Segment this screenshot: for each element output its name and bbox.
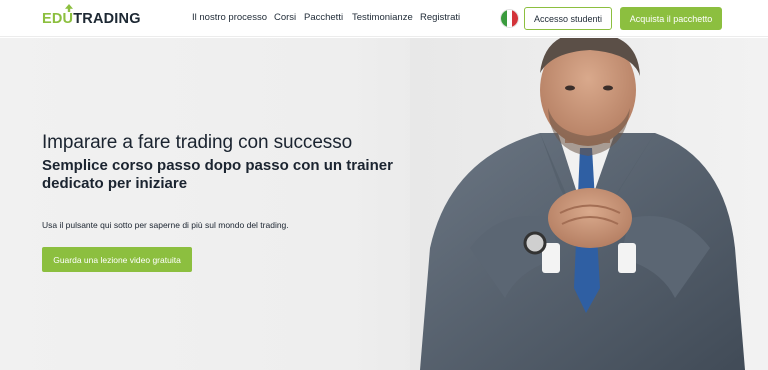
businessman-portrait-image [410,38,768,370]
edutrading-logo[interactable]: EDU TRADING [42,4,141,28]
nav-item-packages[interactable]: Pacchetti [304,12,343,23]
nav-item-process[interactable]: Il nostro processo [192,12,267,23]
flag-italy-icon[interactable] [501,10,518,27]
logo-arrow-icon [65,4,73,12]
buy-package-button[interactable]: Acquista il pacchetto [620,7,722,30]
nav-item-courses[interactable]: Corsi [274,12,296,23]
logo-edu-text: EDU [42,11,74,27]
nav-item-testimonials[interactable]: Testimonianze [352,12,413,23]
free-video-lesson-button[interactable]: Guarda una lezione video gratuita [42,247,192,272]
nav-item-register[interactable]: Registrati [420,12,460,23]
student-login-button[interactable]: Accesso studenti [524,7,612,30]
logo-trading-text: TRADING [73,11,141,27]
site-header: EDU TRADING Il nostro processo Corsi Pac… [0,0,768,37]
hero-title: Imparare a fare trading con successo [42,132,353,153]
hero-subtitle: Semplice corso passo dopo passo con un t… [42,157,393,192]
hero-section: Imparare a fare trading con successo Sem… [0,38,768,370]
hero-description: Usa il pulsante qui sotto per saperne di… [42,220,289,230]
